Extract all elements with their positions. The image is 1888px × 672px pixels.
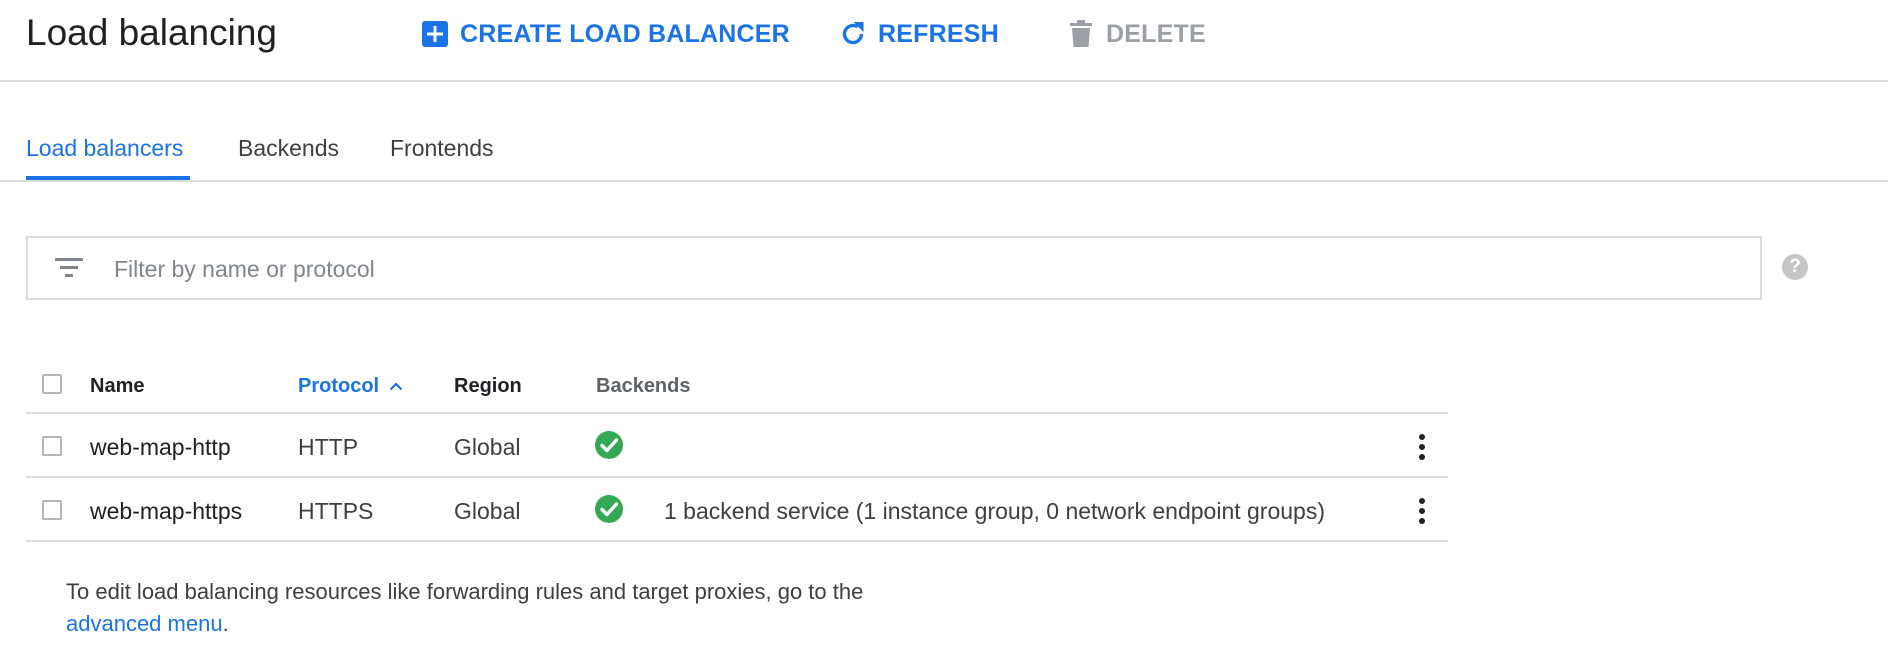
row-checkbox[interactable] bbox=[42, 500, 62, 520]
note-text: To edit load balancing resources like fo… bbox=[66, 579, 864, 604]
filter-bar bbox=[26, 236, 1762, 300]
page-header: Load balancing CREATE LOAD BALANCER REFR… bbox=[0, 0, 1888, 82]
chevron-up-icon bbox=[389, 382, 403, 391]
row-protocol: HTTPS bbox=[298, 498, 374, 524]
page-title: Load balancing bbox=[26, 12, 277, 53]
row-region: Global bbox=[454, 434, 521, 460]
row-region: Global bbox=[454, 498, 521, 524]
table-row: web-map-http HTTP Global bbox=[26, 414, 1448, 478]
add-box-icon bbox=[420, 19, 450, 49]
column-header-protocol[interactable]: Protocol bbox=[298, 374, 403, 398]
row-protocol: HTTP bbox=[298, 434, 359, 460]
filter-icon bbox=[54, 256, 84, 280]
create-load-balancer-button[interactable]: CREATE LOAD BALANCER bbox=[420, 16, 790, 52]
column-header-backends: Backends bbox=[596, 375, 691, 397]
trash-icon bbox=[1066, 19, 1096, 49]
row-backends-text: 1 backend service (1 instance group, 0 n… bbox=[664, 498, 1326, 524]
table-row: web-map-https HTTPS Global 1 backend ser… bbox=[26, 478, 1448, 542]
row-checkbox[interactable] bbox=[42, 436, 62, 456]
row-name: web-map-http bbox=[90, 434, 231, 460]
row-name: web-map-https bbox=[90, 498, 243, 524]
help-icon[interactable]: ? bbox=[1782, 254, 1808, 280]
refresh-icon bbox=[838, 19, 868, 49]
advanced-menu-link[interactable]: advanced menu bbox=[66, 611, 223, 636]
column-header-protocol-label: Protocol bbox=[298, 375, 380, 397]
load-balancers-table: Name Protocol Region Backends web-map-ht… bbox=[26, 356, 1448, 542]
column-header-region[interactable]: Region bbox=[454, 374, 522, 398]
active-tab-indicator bbox=[26, 176, 190, 180]
tab-backends[interactable]: Backends bbox=[238, 134, 339, 162]
tab-bar: Load balancers Backends Frontends bbox=[0, 120, 1888, 182]
row-more-vert-icon[interactable] bbox=[1410, 496, 1434, 526]
row-more-vert-icon[interactable] bbox=[1410, 432, 1434, 462]
create-load-balancer-label: CREATE LOAD BALANCER bbox=[460, 19, 790, 48]
tab-frontends[interactable]: Frontends bbox=[390, 134, 494, 162]
delete-label: DELETE bbox=[1106, 19, 1206, 48]
tab-load-balancers[interactable]: Load balancers bbox=[26, 134, 183, 162]
select-all-checkbox[interactable] bbox=[42, 374, 62, 394]
note-suffix: . bbox=[222, 611, 229, 636]
column-header-name[interactable]: Name bbox=[90, 374, 144, 398]
filter-input[interactable] bbox=[112, 248, 1736, 290]
table-header-row: Name Protocol Region Backends bbox=[26, 356, 1448, 414]
advanced-menu-note: To edit load balancing resources like fo… bbox=[66, 576, 1166, 640]
refresh-label: REFRESH bbox=[878, 19, 999, 48]
delete-button[interactable]: DELETE bbox=[1066, 16, 1206, 52]
refresh-button[interactable]: REFRESH bbox=[838, 16, 999, 52]
check-circle-icon bbox=[595, 431, 623, 459]
check-circle-icon bbox=[595, 495, 623, 523]
